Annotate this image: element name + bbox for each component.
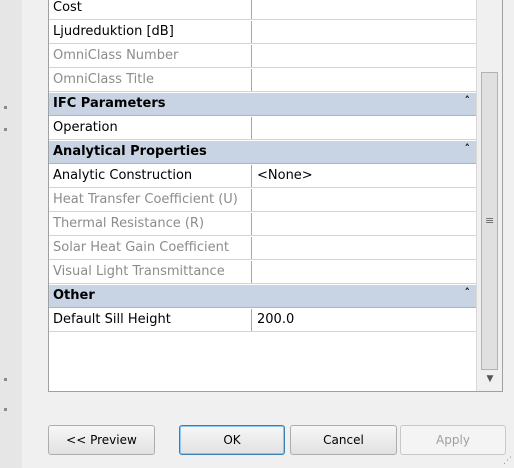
property-row[interactable]: Default Sill Height 200.0	[49, 309, 476, 332]
property-row[interactable]: Solar Heat Gain Coefficient	[49, 237, 476, 260]
property-name: Analytic Construction	[49, 165, 252, 187]
property-value[interactable]	[252, 261, 481, 283]
property-row[interactable]: Analytic Construction <None>	[49, 165, 476, 188]
group-header[interactable]: IFC Parameters ˄	[49, 93, 476, 116]
grip-dot	[4, 106, 7, 109]
property-row[interactable]: Ljudreduktion [dB]	[49, 21, 476, 44]
property-value[interactable]	[252, 189, 481, 211]
property-row[interactable]: Operation	[49, 117, 476, 140]
property-value[interactable]	[252, 237, 481, 259]
property-value[interactable]	[252, 21, 481, 43]
property-row[interactable]: OmniClass Title	[49, 69, 476, 92]
property-row[interactable]: Cost	[49, 0, 476, 20]
property-value[interactable]	[252, 117, 481, 139]
collapse-chevron-icon[interactable]: ˄	[465, 93, 471, 109]
group-title: Analytical Properties	[53, 144, 207, 159]
property-name: OmniClass Number	[49, 45, 252, 67]
property-name: Cost	[49, 0, 252, 19]
property-name: Operation	[49, 117, 252, 139]
property-name: Heat Transfer Coefficient (U)	[49, 189, 252, 211]
grip-dot	[4, 408, 7, 411]
property-name: Thermal Resistance (R)	[49, 213, 252, 235]
property-name: OmniClass Title	[49, 69, 252, 91]
property-name: Visual Light Transmittance	[49, 261, 252, 283]
property-row[interactable]: Visual Light Transmittance	[49, 261, 476, 284]
collapse-chevron-icon[interactable]: ˄	[465, 141, 471, 157]
property-value[interactable]: 200.0	[252, 309, 481, 331]
resize-grip-icon[interactable]: ⋰	[502, 456, 512, 466]
property-value[interactable]	[252, 69, 481, 91]
preview-button[interactable]: << Preview	[48, 425, 155, 455]
left-panel-edge	[0, 0, 23, 468]
group-header[interactable]: Other ˄	[49, 285, 476, 308]
group-title: IFC Parameters	[53, 96, 166, 111]
type-properties-dialog: Cost Ljudreduktion [dB] OmniClass Number Om…	[22, 0, 514, 468]
cancel-button[interactable]: Cancel	[290, 425, 397, 455]
group-header[interactable]: Analytical Properties ˄	[49, 141, 476, 164]
grip-dot	[4, 378, 7, 381]
property-value[interactable]	[252, 45, 481, 67]
scrollbar-grip-icon: ≡	[485, 214, 495, 227]
vertical-scrollbar[interactable]: ≡ ▼	[476, 0, 502, 391]
property-row[interactable]: OmniClass Number	[49, 45, 476, 68]
property-name: Solar Heat Gain Coefficient	[49, 237, 252, 259]
apply-button[interactable]: Apply	[400, 425, 506, 455]
property-row[interactable]: Heat Transfer Coefficient (U)	[49, 189, 476, 212]
property-name: Default Sill Height	[49, 309, 252, 331]
property-row[interactable]: Thermal Resistance (R)	[49, 213, 476, 236]
property-name: Ljudreduktion [dB]	[49, 21, 252, 43]
properties-grid: Cost Ljudreduktion [dB] OmniClass Number Om…	[48, 0, 503, 392]
scroll-down-arrow-icon[interactable]: ▼	[483, 372, 497, 386]
scrollbar-thumb[interactable]: ≡	[481, 72, 498, 370]
grip-dot	[4, 128, 7, 131]
property-value[interactable]: <None>	[252, 165, 481, 187]
group-title: Other	[53, 288, 95, 303]
property-value[interactable]	[252, 0, 481, 19]
property-value[interactable]	[252, 213, 481, 235]
collapse-chevron-icon[interactable]: ˄	[465, 285, 471, 301]
ok-button[interactable]: OK	[179, 425, 285, 455]
